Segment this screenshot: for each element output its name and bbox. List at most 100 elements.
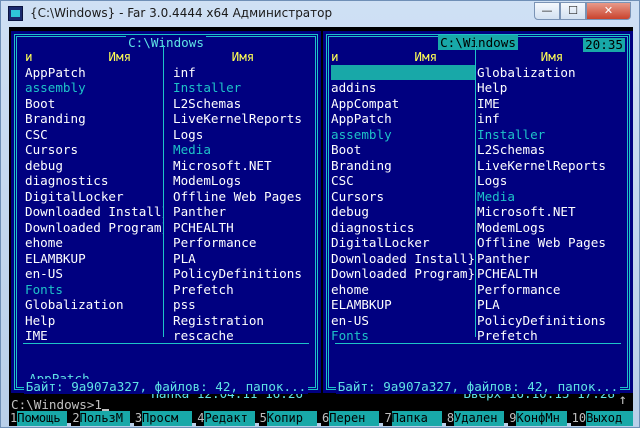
left-col2-file-item[interactable]: Panther [173, 204, 313, 220]
far-app-icon [8, 6, 23, 21]
left-col2-file-item[interactable]: rescache [173, 328, 313, 344]
left-col1-file-item[interactable]: CSC [25, 127, 163, 143]
right-col2-file-item[interactable]: Globalization [477, 65, 627, 81]
right-col1-file-item[interactable]: DigitalLocker [331, 235, 475, 251]
left-col1-file-item[interactable]: en-US [25, 266, 163, 282]
left-col1-file-item[interactable]: Downloaded Install} [25, 204, 163, 220]
right-col2-file-item[interactable]: L2Schemas [477, 142, 627, 158]
left-col1-file-item[interactable]: Downloaded Program} [25, 220, 163, 236]
right-col2-file-item[interactable]: Offline Web Pages [477, 235, 627, 251]
left-col1-file-item[interactable]: diagnostics [25, 173, 163, 189]
right-col1-file-item[interactable]: Downloaded Install} [331, 251, 475, 267]
fkey-1-button[interactable]: 1 Помощь [9, 411, 71, 426]
right-col2-file-item[interactable]: Logs [477, 173, 627, 189]
maximize-button[interactable]: ☐ [560, 2, 586, 20]
fkey-7-button[interactable]: 7 Папка [383, 411, 445, 426]
function-key-bar: 1 Помощь 2 ПользМ 3 Просм 4 Редакт 5 Копир 6 Перен 7… [9, 411, 634, 426]
right-col2-file-item[interactable]: Help [477, 80, 627, 96]
right-col2-file-item[interactable]: PCHEALTH [477, 266, 627, 282]
scroll-up-icon[interactable]: ↑ [619, 392, 627, 409]
left-col2-file-item[interactable]: pss [173, 297, 313, 313]
left-col2-file-item[interactable]: Prefetch [173, 282, 313, 298]
right-col1-file-item[interactable]: assembly [331, 127, 475, 143]
left-col2-file-item[interactable]: PLA [173, 251, 313, 267]
right-col2-file-item[interactable]: LiveKernelReports [477, 158, 627, 174]
left-col2-file-item[interactable]: LiveKernelReports [173, 111, 313, 127]
right-col2-file-item[interactable]: PLA [477, 297, 627, 313]
right-col1-file-item[interactable]: AppPatch [331, 111, 475, 127]
right-col2-file-item[interactable]: IME [477, 96, 627, 112]
right-col1-file-item[interactable]: en-US [331, 313, 475, 329]
fkey-8-button[interactable]: 8 Удален [445, 411, 508, 426]
left-col1-file-item[interactable]: DigitalLocker [25, 189, 163, 205]
right-col2-header: Имя [540, 49, 564, 64]
right-col2-file-item[interactable]: PolicyDefinitions [477, 313, 627, 329]
fkey-4-button[interactable]: 4 Редакт [196, 411, 258, 426]
right-col1-file-item[interactable]: CSC [331, 173, 475, 189]
left-col1-file-item[interactable]: Branding [25, 111, 163, 127]
fkey-9-button[interactable]: 9 КонфМн [508, 411, 570, 426]
right-col1-file-item[interactable]: ELAMBKUP [331, 297, 475, 313]
fkey-3-button[interactable]: 3 Просм [133, 411, 196, 426]
right-col2-file-item[interactable]: Installer [477, 127, 627, 143]
fkey-label: Помощь [17, 411, 68, 426]
left-col2-file-item[interactable]: L2Schemas [173, 96, 313, 112]
fkey-5-button[interactable]: 5 Копир [258, 411, 321, 426]
left-col1-file-item[interactable]: AppPatch [25, 65, 163, 81]
right-col2-file-item[interactable]: Media [477, 189, 627, 205]
left-col2-file-item[interactable]: Offline Web Pages [173, 189, 313, 205]
left-col1-file-item[interactable]: Globalization [25, 297, 163, 313]
right-col1-file-item[interactable]: Downloaded Program} [331, 266, 475, 282]
fkey-2-button[interactable]: 2 ПользМ [71, 411, 133, 426]
left-panel[interactable]: C:\Windows и Имя AppPatch assembly Boot Bra… [11, 31, 321, 401]
left-col2-file-item[interactable]: Microsoft.NET [173, 158, 313, 174]
left-col1-file-item[interactable]: Cursors [25, 142, 163, 158]
title-bar[interactable]: {C:\Windows} - Far 3.0.4444 x64 Админист… [1, 1, 639, 27]
left-col2-file-item[interactable]: PolicyDefinitions [173, 266, 313, 282]
right-col2-file-item[interactable]: Performance [477, 282, 627, 298]
left-col1-file-item[interactable]: Fonts [25, 282, 163, 298]
right-col1-file-item[interactable]: Cursors [331, 189, 475, 205]
left-col2-file-item[interactable]: inf [173, 65, 313, 81]
right-col2-file-item[interactable]: Microsoft.NET [477, 204, 627, 220]
left-col2-file-item[interactable]: Media [173, 142, 313, 158]
right-col1-file-item[interactable]: Boot [331, 142, 475, 158]
left-col2-file-item[interactable]: Installer [173, 80, 313, 96]
right-col2-file-item[interactable]: Prefetch [477, 328, 627, 344]
left-column-2: Имя inf Installer L2Schemas LiveKernelRepor… [173, 49, 313, 344]
right-col1-file-item[interactable]: AppCompat [331, 96, 475, 112]
right-col2-file-item[interactable]: ModemLogs [477, 220, 627, 236]
left-col2-file-item[interactable]: Registration [173, 313, 313, 329]
window-title: {C:\Windows} - Far 3.0.4444 x64 Админист… [30, 6, 333, 20]
right-col1-file-item[interactable]: Fonts [331, 328, 475, 344]
fkey-6-button[interactable]: 6 Перен [321, 411, 383, 426]
left-col1-file-item[interactable]: ELAMBKUP [25, 251, 163, 267]
close-button[interactable]: ✕ [586, 2, 631, 20]
right-panel[interactable]: C:\Windows 20:35 и Имя addins AppCompat Ap… [323, 31, 633, 401]
right-col1-file-item[interactable]: diagnostics [331, 220, 475, 236]
command-input[interactable]: 1 [94, 397, 102, 412]
fkey-number: 5 [258, 411, 267, 426]
left-col2-file-item[interactable]: Performance [173, 235, 313, 251]
right-col1-file-item[interactable]: addins [331, 80, 475, 96]
left-col1-file-item[interactable]: debug [25, 158, 163, 174]
left-col1-file-item[interactable]: Boot [25, 96, 163, 112]
minimize-button[interactable]: — [534, 2, 560, 20]
left-col1-file-item[interactable]: IME [25, 328, 163, 344]
left-col1-file-item[interactable]: assembly [25, 80, 163, 96]
right-col1-file-item[interactable]: ehome [331, 282, 475, 298]
left-summary: Байт: 9a907a327, файлов: 42, папок... [23, 379, 309, 394]
left-col2-file-item[interactable]: PCHEALTH [173, 220, 313, 236]
fkey-10-button[interactable]: 10 Выход [570, 411, 634, 426]
left-col2-file-item[interactable]: Logs [173, 127, 313, 143]
right-col1-file-item[interactable] [331, 64, 475, 80]
right-col2-file-item[interactable]: Panther [477, 251, 627, 267]
left-panel-path: C:\Windows [126, 35, 206, 50]
left-col2-file-item[interactable]: ModemLogs [173, 173, 313, 189]
right-col2-file-item[interactable]: inf [477, 111, 627, 127]
right-col1-file-item[interactable]: Branding [331, 158, 475, 174]
right-col1-file-item[interactable]: debug [331, 204, 475, 220]
left-col2-header: Имя [231, 49, 255, 64]
left-col1-file-item[interactable]: ehome [25, 235, 163, 251]
left-col1-file-item[interactable]: Help [25, 313, 163, 329]
